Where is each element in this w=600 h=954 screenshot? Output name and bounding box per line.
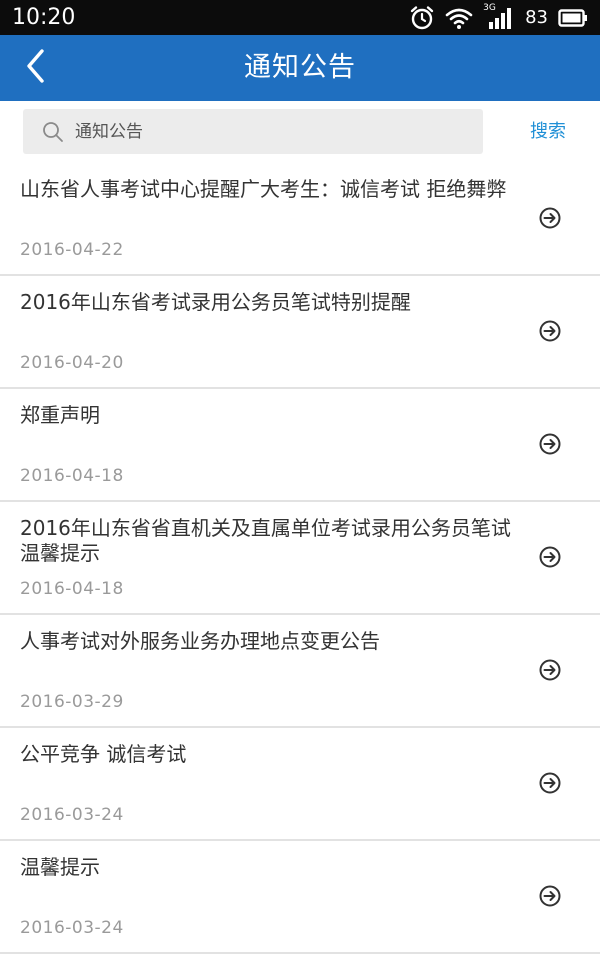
notice-title: 2016年山东省省直机关及直属单位考试录用公务员笔试温馨提示 [20, 516, 511, 565]
list-item[interactable]: 公平竞争 诚信考试 2016-03-24 [0, 728, 600, 841]
list-item[interactable]: 人事考试对外服务业务办理地点变更公告 2016-03-29 [0, 615, 600, 728]
battery-level: 83 [525, 7, 548, 28]
list-item[interactable]: 2016年山东省省直机关及直属单位考试录用公务员笔试温馨提示 2016-04-1… [0, 502, 600, 615]
page-title: 通知公告 [244, 52, 356, 83]
notice-title: 温馨提示 [20, 855, 100, 879]
search-button[interactable]: 搜索 [530, 109, 566, 154]
notice-date: 2016-04-20 [20, 353, 124, 373]
notice-date: 2016-03-29 [20, 692, 124, 712]
list-item[interactable]: 郑重声明 2016-04-18 [0, 389, 600, 502]
signal-icon: 3G [483, 3, 515, 31]
list-item[interactable]: 温馨提示 2016-03-24 [0, 841, 600, 954]
app-header: 通知公告 [0, 35, 600, 101]
notice-date: 2016-03-24 [20, 918, 124, 938]
list-item[interactable]: 山东省人事考试中心提醒广大考生：诚信考试 拒绝舞弊 2016-04-22 [0, 163, 600, 276]
search-bar: 搜索 [0, 101, 600, 165]
notice-title: 公平竞争 诚信考试 [20, 742, 187, 766]
arrow-right-circle-icon [539, 885, 561, 907]
search-input[interactable] [75, 121, 455, 142]
search-box[interactable] [23, 109, 483, 154]
list-item[interactable]: 2016年山东省考试录用公务员笔试特别提醒 2016-04-20 [0, 276, 600, 389]
wifi-icon [445, 6, 473, 30]
notice-title: 2016年山东省考试录用公务员笔试特别提醒 [20, 290, 411, 314]
notice-date: 2016-04-22 [20, 240, 124, 260]
notice-title: 郑重声明 [20, 403, 100, 427]
arrow-right-circle-icon [539, 433, 561, 455]
status-time: 10:20 [12, 5, 76, 30]
notice-list: 山东省人事考试中心提醒广大考生：诚信考试 拒绝舞弊 2016-04-22 201… [0, 163, 600, 954]
arrow-right-circle-icon [539, 546, 561, 568]
notice-date: 2016-04-18 [20, 466, 124, 486]
arrow-right-circle-icon [539, 659, 561, 681]
status-icons: 3G 83 [409, 3, 588, 33]
notice-date: 2016-04-18 [20, 579, 124, 599]
search-icon [41, 120, 65, 144]
notice-title: 人事考试对外服务业务办理地点变更公告 [20, 629, 380, 653]
status-bar: 10:20 3G 83 [0, 0, 600, 35]
notice-title: 山东省人事考试中心提醒广大考生：诚信考试 拒绝舞弊 [20, 177, 507, 201]
battery-icon [558, 8, 588, 28]
arrow-right-circle-icon [539, 772, 561, 794]
arrow-right-circle-icon [539, 207, 561, 229]
arrow-right-circle-icon [539, 320, 561, 342]
notice-date: 2016-03-24 [20, 805, 124, 825]
alarm-icon [409, 5, 435, 31]
